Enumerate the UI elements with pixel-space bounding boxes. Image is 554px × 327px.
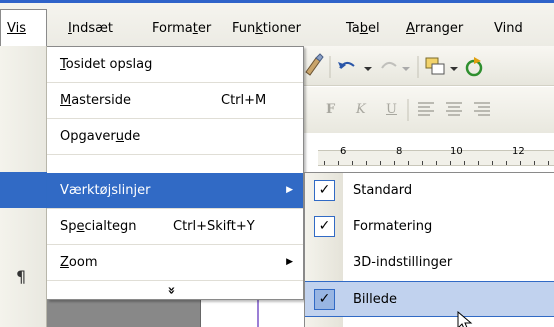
menu-item-specialtegn[interactable]: Specialtegn Ctrl+Skift+Y [47, 209, 303, 245]
menu-indsaet[interactable]: Indsæt [68, 21, 113, 36]
menu-tabel[interactable]: Tabel [346, 21, 380, 36]
alignment-icons [407, 99, 490, 121]
menu-item-label: Zoom [60, 255, 98, 270]
menu-item-label: Masterside [60, 93, 132, 108]
menu-item-label: Tosidet opslag [60, 57, 153, 72]
checkmark-icon: ✓ [314, 180, 335, 201]
undo-dropdown-icon [364, 67, 372, 71]
ruler-number: 8 [396, 146, 403, 157]
menu-item-tosidet-opslag[interactable]: Tosidet opslag [47, 47, 303, 83]
menu-arranger[interactable]: Arranger [406, 21, 463, 36]
submenu-item-formatering[interactable]: ✓ Formatering [305, 209, 554, 245]
document-page [200, 300, 310, 327]
submenu-item-label: Formatering [353, 219, 433, 234]
submenu-item-standard[interactable]: ✓ Standard [305, 173, 554, 209]
menu-bar: Vis Indsæt Formater Funktioner Tabel Arr… [0, 0, 554, 49]
standard-toolbar-icons [305, 53, 483, 78]
redo-icon [381, 62, 397, 69]
rotate-icon [465, 57, 483, 77]
group-dropdown-icon [450, 67, 458, 71]
mouse-cursor-icon [457, 311, 473, 327]
double-chevron-down-icon: » [163, 286, 179, 295]
menu-item-vaerktojslinjer[interactable]: Værktøjslinjer ▶ [47, 173, 303, 209]
toolbars-submenu: ✓ Standard ✓ Formatering 3D-indstillinge… [304, 172, 554, 327]
submenu-item-label: Standard [353, 183, 413, 198]
ruler-number: 10 [450, 146, 463, 157]
menu-vis-label: Vis [7, 21, 26, 36]
submenu-item-label: 3D-indstillinger [353, 255, 453, 270]
checkmark-icon: ✓ [314, 216, 335, 237]
ruler: 6 8 10 12 [300, 134, 554, 172]
checkmark-icon: ✓ [314, 289, 335, 310]
pilcrow-icon: ¶ [16, 267, 27, 286]
redo-dropdown-icon [402, 67, 410, 71]
expand-menu-button[interactable]: » [47, 281, 303, 301]
submenu-arrow-icon: ▶ [286, 185, 293, 195]
align-center-icon [446, 102, 462, 116]
ruler-number: 12 [512, 146, 525, 157]
submenu-item-3d-indstillinger[interactable]: 3D-indstillinger [305, 245, 554, 281]
align-left-icon [418, 102, 434, 116]
group-objects-icon [425, 57, 445, 75]
menu-item-masterside[interactable]: Masterside Ctrl+M [47, 83, 303, 119]
formatting-toolbar: F K U [300, 87, 554, 133]
shortcut-label: Ctrl+Skift+Y [173, 219, 255, 234]
menu-item-opgaverude[interactable]: Opgaverude [47, 119, 303, 155]
menu-item-label: Opgaverude [60, 129, 141, 144]
menu-formater[interactable]: Formater [152, 21, 211, 36]
menu-item-label: Specialtegn [60, 219, 137, 234]
standard-toolbar [300, 46, 554, 86]
menu-vis[interactable]: Vis [0, 9, 47, 49]
highlight-strip [0, 172, 47, 208]
submenu-item-billede[interactable]: ✓ Billede [305, 281, 554, 317]
shortcut-label: Ctrl+M [221, 93, 267, 108]
menu-funktioner[interactable]: Funktioner [232, 21, 301, 36]
align-right-icon [474, 102, 490, 116]
submenu-arrow-icon: ▶ [286, 257, 293, 267]
vis-dropdown-menu: Tosidet opslag Masterside Ctrl+M Opgaver… [47, 46, 304, 300]
undo-icon [338, 62, 355, 69]
paintbrush-icon [305, 53, 324, 76]
menu-item-label: Værktøjslinjer [60, 183, 151, 198]
menu-item-zoom[interactable]: Zoom ▶ [47, 245, 303, 281]
submenu-item-label: Billede [353, 292, 398, 307]
ruler-number: 6 [340, 146, 347, 157]
menu-vindue[interactable]: Vind [494, 21, 523, 36]
